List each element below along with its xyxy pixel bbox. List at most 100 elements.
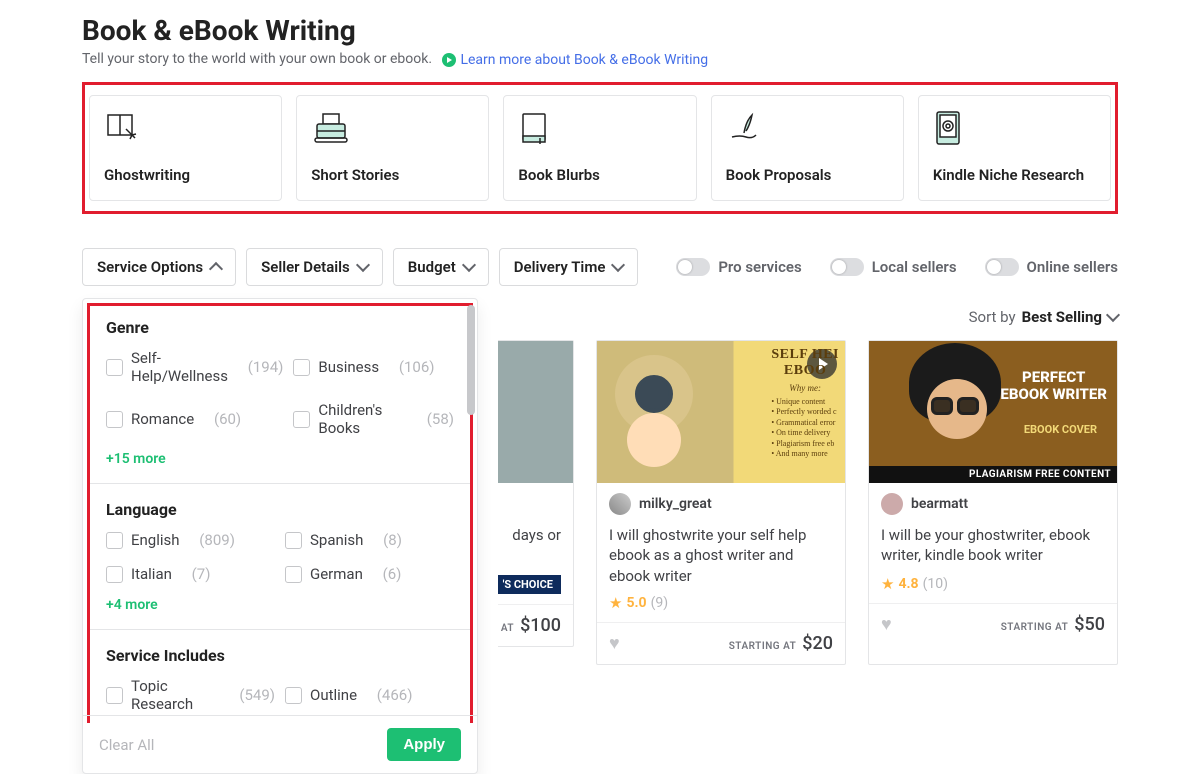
category-card-short-stories[interactable]: Short Stories xyxy=(296,95,489,201)
chevron-down-icon xyxy=(462,258,476,272)
filter-service-options[interactable]: Service Options xyxy=(82,248,236,286)
rating-count: (9) xyxy=(651,595,669,611)
rating-value: 4.8 xyxy=(898,576,918,592)
option-count: (194) xyxy=(248,358,284,376)
filter-budget[interactable]: Budget xyxy=(393,248,489,286)
sort-control[interactable]: Sort by Best Selling xyxy=(498,308,1118,326)
filter-seller-details[interactable]: Seller Details xyxy=(246,248,383,286)
category-label: Ghostwriting xyxy=(104,166,267,184)
show-more-genre[interactable]: +15 more xyxy=(106,451,454,467)
sort-value: Best Selling xyxy=(1022,308,1102,326)
book-hand-icon xyxy=(104,108,267,148)
starting-at-label: STARTING AT xyxy=(498,623,514,634)
rating-count: (10) xyxy=(923,576,948,592)
clear-all-button[interactable]: Clear All xyxy=(99,736,154,754)
toggle-online-sellers[interactable]: Online sellers xyxy=(985,258,1118,276)
checkbox-icon xyxy=(293,411,310,428)
category-card-book-blurbs[interactable]: Book Blurbs xyxy=(503,95,696,201)
heart-icon[interactable]: ♥ xyxy=(609,633,620,654)
option-childrens-books[interactable]: Children's Books (58) xyxy=(293,401,454,437)
group-title-language: Language xyxy=(106,500,454,519)
checkbox-icon xyxy=(106,566,123,583)
kindle-icon xyxy=(933,108,1096,148)
checkbox-icon xyxy=(106,687,123,704)
quill-hand-icon xyxy=(726,108,889,148)
filter-delivery-time[interactable]: Delivery Time xyxy=(499,248,639,286)
toggle-label: Pro services xyxy=(718,258,801,276)
checkbox-icon xyxy=(285,687,302,704)
option-spanish[interactable]: Spanish (8) xyxy=(285,531,454,549)
toggle-label: Local sellers xyxy=(872,258,957,276)
option-english[interactable]: English (809) xyxy=(106,531,275,549)
group-title-genre: Genre xyxy=(106,318,454,337)
toggle-label: Online sellers xyxy=(1027,258,1118,276)
option-romance[interactable]: Romance (60) xyxy=(106,401,283,437)
option-count: (809) xyxy=(199,531,235,549)
switch-icon xyxy=(830,258,864,276)
option-business[interactable]: Business (106) xyxy=(293,349,454,385)
thumb-art-sub: EBOOK COVER xyxy=(1024,423,1097,436)
typewriter-icon xyxy=(311,108,474,148)
filter-label: Budget xyxy=(408,258,456,276)
price: $100 xyxy=(520,615,561,636)
option-count: (466) xyxy=(377,686,413,704)
apply-button[interactable]: Apply xyxy=(387,728,461,761)
checkbox-icon xyxy=(285,566,302,583)
learn-more-link[interactable]: Learn more about Book & eBook Writing xyxy=(442,52,708,68)
checkbox-icon xyxy=(293,359,310,376)
gig-title: days or xyxy=(498,525,573,567)
option-german[interactable]: German (6) xyxy=(285,565,454,583)
scrollbar[interactable] xyxy=(467,305,475,415)
option-label: Romance xyxy=(131,410,194,428)
option-self-help[interactable]: Self-Help/Wellness (194) xyxy=(106,349,283,385)
option-count: (58) xyxy=(427,410,454,428)
service-options-panel: Genre Self-Help/Wellness (194) Business … xyxy=(82,298,478,774)
option-count: (7) xyxy=(192,565,211,583)
toggle-local-sellers[interactable]: Local sellers xyxy=(830,258,957,276)
divider xyxy=(90,483,470,484)
page-subtitle: Tell your story to the world with your o… xyxy=(82,51,432,67)
category-card-book-proposals[interactable]: Book Proposals xyxy=(711,95,904,201)
book-icon xyxy=(518,108,681,148)
checkbox-icon xyxy=(106,359,123,376)
thumb-art-title: PERFECT EBOOK WRITER xyxy=(1000,369,1107,404)
starting-at-label: STARTING AT xyxy=(729,641,797,652)
option-topic-research[interactable]: Topic Research (549) xyxy=(106,677,275,713)
category-card-kindle-research[interactable]: Kindle Niche Research xyxy=(918,95,1111,201)
option-label: Self-Help/Wellness xyxy=(131,349,228,385)
gig-card[interactable]: SELF HEI EBOO Why me: • Unique content •… xyxy=(596,340,846,665)
seller-name[interactable]: bearmatt xyxy=(911,496,968,512)
option-count: (8) xyxy=(383,531,402,549)
thumb-art-title: SELF HEI xyxy=(771,347,839,363)
checkbox-icon xyxy=(285,532,302,549)
checkbox-icon xyxy=(106,532,123,549)
gig-card[interactable]: days or 'S CHOICE ♥ STARTING AT$100 xyxy=(498,340,574,647)
category-label: Book Blurbs xyxy=(518,166,681,184)
option-count: (106) xyxy=(399,358,435,376)
chevron-down-icon xyxy=(1106,308,1120,322)
starting-at-label: STARTING AT xyxy=(1001,622,1069,633)
gig-card[interactable]: PERFECT EBOOK WRITER EBOOK COVER PLAGIAR… xyxy=(868,340,1118,665)
option-italian[interactable]: Italian (7) xyxy=(106,565,275,583)
avatar xyxy=(609,493,631,515)
option-label: German xyxy=(310,565,363,583)
filter-label: Service Options xyxy=(97,258,203,276)
group-title-includes: Service Includes xyxy=(106,646,454,665)
option-label: Children's Books xyxy=(318,401,407,437)
show-more-language[interactable]: +4 more xyxy=(106,597,454,613)
category-card-ghostwriting[interactable]: Ghostwriting xyxy=(89,95,282,201)
gig-title[interactable]: I will ghostwrite your self help ebook a… xyxy=(597,525,845,586)
price: $50 xyxy=(1074,614,1105,635)
option-label: Spanish xyxy=(310,531,363,549)
option-label: English xyxy=(131,531,180,549)
chevron-down-icon xyxy=(611,258,625,272)
chevron-up-icon xyxy=(209,262,223,276)
seller-name[interactable]: milky_great xyxy=(639,496,712,512)
option-label: Outline xyxy=(310,686,357,704)
heart-icon[interactable]: ♥ xyxy=(881,614,892,635)
toggle-pro-services[interactable]: Pro services xyxy=(676,258,801,276)
gig-thumbnail xyxy=(498,341,573,483)
option-count: (60) xyxy=(214,410,241,428)
option-outline[interactable]: Outline (466) xyxy=(285,677,454,713)
gig-title[interactable]: I will be your ghostwriter, ebook writer… xyxy=(869,525,1117,567)
